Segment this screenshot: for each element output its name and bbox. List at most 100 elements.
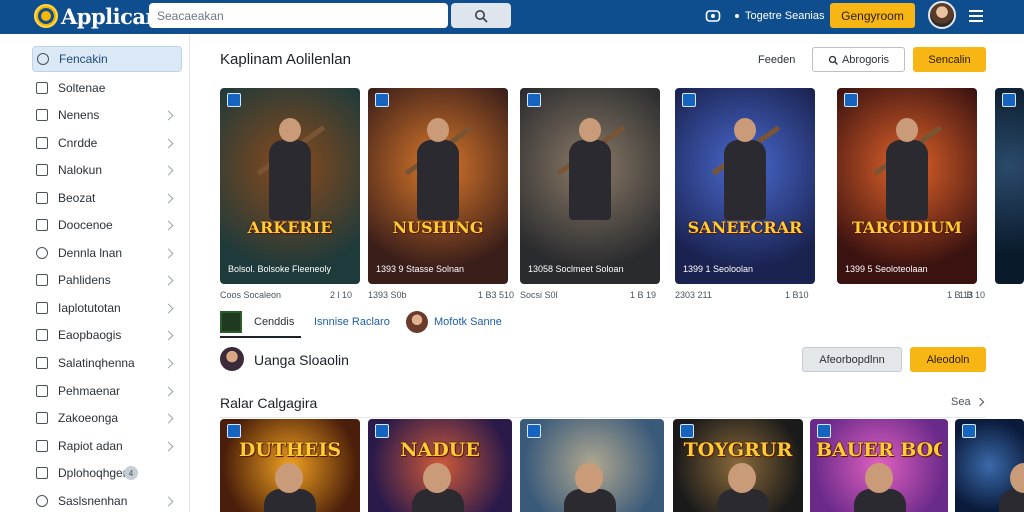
search-placeholder: Seacaeakan — [157, 8, 224, 23]
filter-button-label: Abrogoris — [841, 53, 890, 66]
menu-icon[interactable] — [968, 8, 984, 24]
sidebar-item[interactable]: Dennla lnan — [32, 241, 182, 265]
user-avatar[interactable] — [928, 1, 956, 29]
bell-icon — [36, 440, 48, 452]
game-logo-text: SANEECRAR — [687, 218, 803, 237]
category-logo-text: BAUER BOGON — [816, 439, 942, 461]
game-cover-art — [995, 88, 1024, 284]
category-card[interactable]: BAUER BOGON — [810, 419, 948, 512]
chevron-right-icon — [163, 138, 174, 148]
calendar-icon — [36, 467, 48, 479]
game-caption: 13058 Soclmeet Soloan — [528, 264, 624, 274]
sidebar-item[interactable]: Pehmaenar — [32, 379, 182, 403]
character-head — [865, 463, 893, 493]
category-logo-text: NADUE — [400, 439, 480, 461]
game-card[interactable]: ARKERIE Bolsol. Bolsoke Fleeneoly — [220, 88, 360, 284]
card-meta-right: 1 B3 510 — [478, 290, 515, 300]
platform-icon — [680, 424, 694, 438]
game-card[interactable]: TARCIDIUM 1399 5 Seoloteolaan — [837, 88, 977, 284]
game-card[interactable]: NUSHING 1393 9 Stasse Solnan — [368, 88, 508, 284]
sidebar-item[interactable]: Nalokun — [32, 158, 182, 182]
sidebar-item[interactable]: Eaopbaogis — [32, 323, 182, 347]
bell-icon[interactable] — [729, 8, 745, 24]
chevron-right-icon — [163, 110, 174, 120]
gamepad-icon[interactable] — [705, 8, 721, 24]
app-name: Applican — [61, 3, 161, 29]
sidebar-item[interactable]: Cnrdde — [32, 131, 182, 155]
secondary-button[interactable]: Afeorbopdlnn — [802, 347, 902, 372]
filter-label[interactable]: Feeden — [758, 54, 795, 66]
sidebar-item-label: Saslsnenhan — [58, 494, 128, 508]
character-head — [423, 463, 451, 493]
see-all-label: Sea — [951, 396, 971, 408]
game-card[interactable]: SANEECRAR 1399 1 Seoloolan — [675, 88, 815, 284]
tag-item-1[interactable]: Cenddis — [220, 311, 294, 333]
chevron-right-icon — [163, 165, 174, 175]
sidebar-item[interactable]: Saslsnenhan — [32, 489, 182, 512]
doc-icon — [36, 219, 48, 231]
primary-button[interactable]: Aleodoln — [910, 347, 986, 372]
sidebar-item[interactable]: Dplohoqhgen 4 — [32, 461, 182, 485]
top-bar: Applican Seacaeakan Togetre Seanias Geng… — [0, 0, 1024, 34]
character-head — [728, 463, 756, 493]
platform-icon — [527, 93, 541, 107]
avatar — [406, 311, 428, 333]
game-logo-text: ARKERIE — [247, 218, 333, 237]
character-head — [575, 463, 603, 493]
sidebar-item[interactable]: Zakoeonga — [32, 406, 182, 430]
category-card[interactable] — [955, 419, 1024, 512]
top-link[interactable]: Togetre Seanias — [745, 10, 825, 22]
filter-button[interactable]: Abrogoris — [812, 47, 905, 72]
tag-item-2[interactable]: Isnnise Raclaro — [314, 311, 390, 333]
search-button[interactable] — [451, 3, 511, 28]
chevron-right-icon — [163, 248, 174, 258]
settings-icon — [36, 329, 48, 341]
game-card[interactable] — [995, 88, 1024, 284]
app-logo[interactable]: Applican — [34, 3, 161, 29]
card-meta-left: Coos Socaleon — [220, 290, 282, 300]
logo-icon — [34, 4, 58, 28]
platform-icon — [682, 93, 696, 107]
section-subtitle: Uanga Sloaolin — [254, 352, 349, 368]
card-meta-right: 1 B 19 — [630, 290, 657, 300]
list-icon — [36, 109, 48, 121]
sidebar-item[interactable]: Salatinqhenna — [32, 351, 182, 375]
tag-item-3[interactable]: Mofotk Sanne — [406, 311, 502, 333]
sidebar-item[interactable]: Fencakin — [32, 46, 182, 72]
sidebar-item[interactable]: Soltenae — [32, 76, 182, 100]
platform-icon — [375, 93, 389, 107]
category-card[interactable]: NADUE — [368, 419, 512, 512]
sidebar-item-label: Doocenoe — [58, 218, 113, 232]
see-all-link[interactable]: Sea — [951, 396, 984, 408]
sidebar-item[interactable]: Nenens — [32, 103, 182, 127]
sidebar-item[interactable]: Beozat — [32, 186, 182, 210]
search-icon — [37, 53, 49, 65]
chevron-right-icon — [163, 496, 174, 506]
character-illustration — [556, 118, 626, 228]
box-icon — [36, 192, 48, 204]
sidebar: Fencakin Soltenae Nenens Cnrdde Nalokun Beoza… — [0, 34, 190, 512]
sidebar-item-label: Beozat — [58, 191, 96, 205]
category-title: Ralar Calgagira — [220, 395, 318, 411]
sidebar-item-label: Dennla lnan — [58, 246, 123, 260]
sidebar-item-label: Pahlidens — [58, 273, 111, 287]
sidebar-item[interactable]: Rapiot adan — [32, 434, 182, 458]
star-icon — [36, 385, 48, 397]
tag-item-label: Isnnise Raclaro — [314, 316, 390, 328]
header-cta-button[interactable]: Gengyroom — [830, 3, 915, 28]
sidebar-item-label: Soltenae — [58, 81, 106, 95]
category-card[interactable] — [520, 419, 664, 512]
action-button[interactable]: Sencalin — [913, 47, 986, 72]
sidebar-item[interactable]: Iaplotutotan — [32, 296, 182, 320]
search-input[interactable]: Seacaeakan — [149, 3, 448, 28]
sidebar-item[interactable]: Pahlidens — [32, 268, 182, 292]
game-card[interactable]: 13058 Soclmeet Soloan — [520, 88, 660, 284]
category-card[interactable]: DUTHEIS — [220, 419, 360, 512]
chevron-right-icon — [163, 441, 174, 451]
platform-icon — [817, 424, 831, 438]
character-illustration — [711, 118, 781, 228]
chevron-right-icon — [975, 397, 984, 407]
game-caption: 1399 1 Seoloolan — [683, 264, 754, 274]
category-card[interactable]: TOYGRUR — [673, 419, 803, 512]
sidebar-item[interactable]: Doocenoe — [32, 213, 182, 237]
